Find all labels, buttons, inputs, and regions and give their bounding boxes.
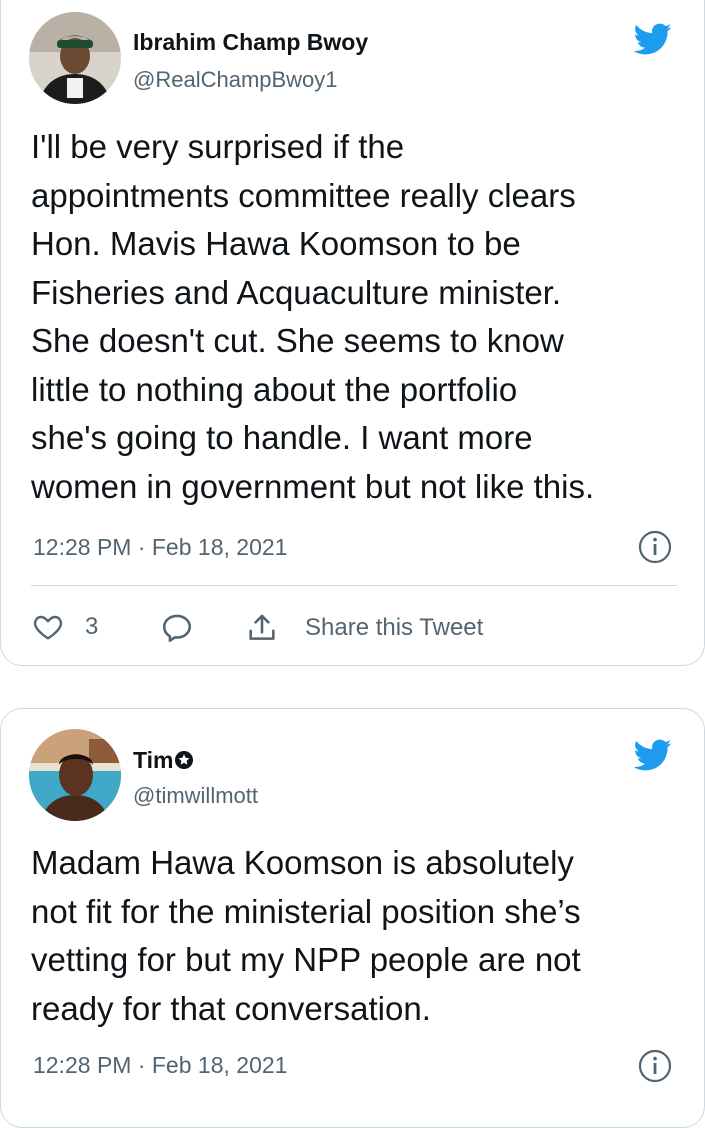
user-handle[interactable]: @timwillmott [133,783,258,809]
twitter-bird-icon[interactable] [629,735,675,775]
tweet-text: I'll be very surprised if the appointmen… [31,128,595,505]
avatar[interactable] [29,729,121,821]
tweet-card[interactable]: Ibrahim Champ Bwoy @RealChampBwoy1 I'll … [0,0,705,666]
share-icon [249,614,275,640]
tweet-timestamp[interactable]: 12:28 PM · Feb 18, 2021 [33,1052,287,1079]
like-action[interactable]: 3 [31,611,98,643]
divider [31,585,677,586]
info-icon[interactable] [638,1049,672,1083]
reply-bubble-icon [162,614,192,643]
tweet-text: Madam Hawa Koomson is absolutely not fit… [31,844,581,1027]
share-label: Share this Tweet [305,614,484,641]
verified-badge-icon [175,751,194,769]
display-name-row[interactable]: Tim [133,747,194,774]
avatar-image [29,12,121,104]
share-action[interactable]: Share this Tweet [245,611,483,645]
display-name[interactable]: Tim [133,747,173,773]
info-icon[interactable] [638,530,672,564]
reply-action[interactable] [159,611,195,645]
user-handle[interactable]: @RealChampBwoy1 [133,67,338,93]
avatar[interactable] [29,12,121,104]
twitter-bird-icon[interactable] [629,19,675,59]
display-name[interactable]: Ibrahim Champ Bwoy [133,29,368,56]
like-count: 3 [85,613,99,640]
tweet-card[interactable]: Tim @timwillmott Madam Hawa Koomson is a… [0,708,705,1128]
tweet-timestamp[interactable]: 12:28 PM · Feb 18, 2021 [33,534,287,561]
avatar-image [29,729,121,821]
heart-icon [33,615,63,640]
